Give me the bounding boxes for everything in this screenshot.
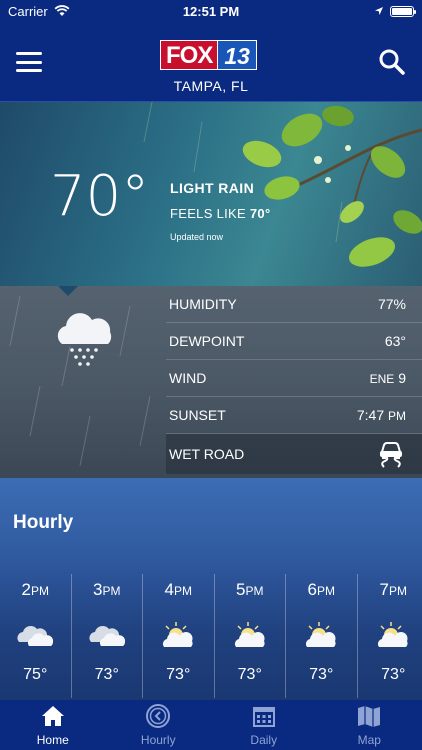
hour-ampm: PM xyxy=(173,584,192,598)
feels-like-label: FEELS LIKE xyxy=(170,206,246,221)
clock-icon xyxy=(146,704,171,728)
status-bar: Carrier 12:51 PM xyxy=(0,0,422,22)
hour-number: 2 xyxy=(21,580,31,599)
hour-ampm: PM xyxy=(388,584,407,598)
detail-value: 7:47 PM xyxy=(357,407,406,423)
hour-number: 7 xyxy=(379,580,389,599)
tab-home[interactable]: Home xyxy=(0,700,106,750)
wind-speed: 9 xyxy=(398,370,406,386)
detail-row-wet-road[interactable]: WET ROAD xyxy=(166,434,422,474)
hour-temp: 73° xyxy=(309,666,334,683)
hour-ampm: PM xyxy=(245,584,264,598)
hour-number: 4 xyxy=(164,580,174,599)
hour-time: 4PM xyxy=(165,580,192,600)
tab-map[interactable]: Map xyxy=(317,700,422,750)
partly-sunny-icon xyxy=(306,622,336,647)
tab-label: Daily xyxy=(250,733,278,747)
hour-time: 7PM xyxy=(380,580,407,600)
detail-row-wind: WIND ENE 9 xyxy=(166,360,422,397)
detail-value: ENE 9 xyxy=(370,370,406,386)
search-icon[interactable] xyxy=(378,48,406,76)
detail-label: DEWPOINT xyxy=(169,333,245,349)
hour-item[interactable]: 5PM 73° xyxy=(215,574,286,698)
detail-label: HUMIDITY xyxy=(169,296,237,312)
current-conditions: 70° LIGHT RAIN FEELS LIKE 70° Updated no… xyxy=(0,102,422,286)
home-icon xyxy=(41,706,64,726)
hour-item[interactable]: 4PM 73° xyxy=(143,574,215,698)
sunset-ampm: PM xyxy=(388,409,406,423)
hour-temp: 73° xyxy=(381,666,406,683)
hour-time: 3PM xyxy=(93,580,120,600)
detail-list: HUMIDITY 77% DEWPOINT 63° WIND ENE 9 SUN… xyxy=(166,286,422,474)
menu-icon[interactable] xyxy=(16,52,42,72)
logo-number-text: 13 xyxy=(218,40,257,70)
tab-daily[interactable]: Daily xyxy=(211,700,317,750)
hour-item[interactable]: 3PM 73° xyxy=(72,574,143,698)
partly-cloudy-icon xyxy=(89,625,125,646)
hour-item[interactable]: 2PM 75° xyxy=(0,574,72,698)
battery-icon xyxy=(390,5,416,17)
hourly-list[interactable]: 2PM 75° 3PM 73° 4PM 73° 5PM 73° 6PM 73° … xyxy=(0,574,422,698)
hour-time: 5PM xyxy=(236,580,263,600)
tab-label: Home xyxy=(36,733,69,747)
updated-text: Updated now xyxy=(170,232,224,242)
partly-sunny-icon xyxy=(163,622,193,647)
detail-row-dewpoint: DEWPOINT 63° xyxy=(166,323,422,360)
details-panel: HUMIDITY 77% DEWPOINT 63° WIND ENE 9 SUN… xyxy=(0,286,422,478)
carrier-label: Carrier xyxy=(8,3,48,19)
detail-value: 77% xyxy=(377,296,406,312)
partly-cloudy-icon xyxy=(17,625,54,646)
hour-temp: 73° xyxy=(237,666,262,683)
location-arrow-icon xyxy=(375,7,383,15)
detail-label: WET ROAD xyxy=(169,446,245,462)
hour-number: 6 xyxy=(307,580,317,599)
detail-label: WIND xyxy=(169,370,207,386)
feels-like: FEELS LIKE 70° xyxy=(170,206,270,221)
rain-cloud-icon xyxy=(57,313,112,366)
tab-hourly[interactable]: Hourly xyxy=(106,700,212,750)
hour-time: 2PM xyxy=(22,580,49,600)
hour-temp: 73° xyxy=(166,666,191,683)
hourly-title: Hourly xyxy=(13,512,74,533)
partly-sunny-icon xyxy=(378,622,408,647)
hour-ampm: PM xyxy=(102,584,121,598)
detail-row-humidity: HUMIDITY 77% xyxy=(166,286,422,323)
feels-like-value: 70° xyxy=(249,206,271,221)
map-icon xyxy=(358,706,381,727)
wifi-icon xyxy=(54,5,70,16)
slippery-road-icon xyxy=(380,442,402,468)
condition-text: LIGHT RAIN xyxy=(170,180,255,196)
hour-ampm: PM xyxy=(316,584,335,598)
tab-label: Map xyxy=(357,733,381,747)
tab-label: Hourly xyxy=(140,733,176,747)
hourly-section: Hourly 2PM 75° 3PM 73° 4PM 73° 5PM 73° 6… xyxy=(0,478,422,700)
logo-brand-text: FOX xyxy=(160,40,219,70)
fox13-logo: FOX 13 xyxy=(160,40,257,70)
detail-row-sunset: SUNSET 7:47 PM xyxy=(166,397,422,434)
detail-value: 63° xyxy=(384,333,406,349)
hour-temp: 73° xyxy=(94,666,119,683)
location-label[interactable]: TAMPA, FL xyxy=(0,78,422,94)
app-header: FOX 13 TAMPA, FL xyxy=(0,22,422,102)
hour-time: 6PM xyxy=(308,580,335,600)
hour-item[interactable]: 7PM 73° xyxy=(358,574,422,698)
sunset-time: 7:47 xyxy=(356,407,385,423)
hour-temp: 75° xyxy=(23,666,48,683)
hour-item[interactable]: 6PM 73° xyxy=(286,574,358,698)
hour-ampm: PM xyxy=(30,584,49,598)
detail-label: SUNSET xyxy=(169,407,226,423)
partly-sunny-icon xyxy=(234,622,265,647)
wind-direction: ENE xyxy=(369,372,395,386)
calendar-icon xyxy=(252,707,275,727)
current-temperature: 70° xyxy=(50,164,150,229)
tab-bar: Home Hourly Daily Map xyxy=(0,700,422,750)
